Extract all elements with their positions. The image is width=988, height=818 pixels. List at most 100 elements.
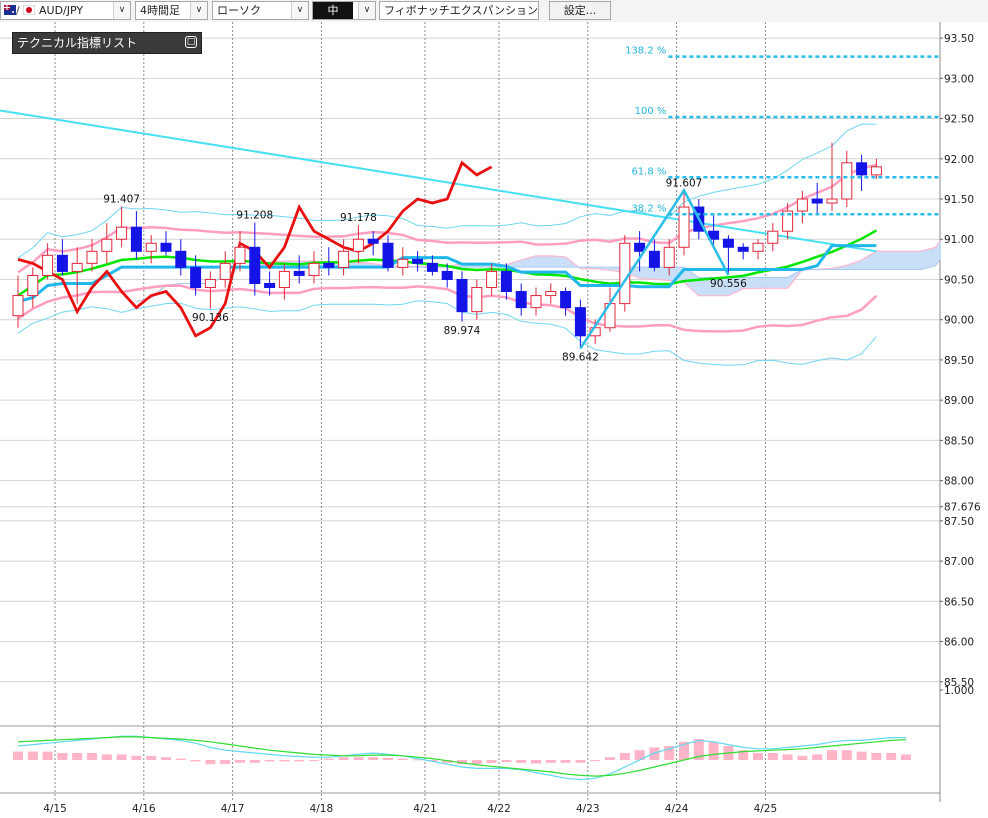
axis-background [941, 22, 988, 818]
macd-histogram-bar [323, 758, 334, 760]
macd-scale-top-label: 1.000 [944, 685, 974, 697]
bullish-candle [27, 274, 39, 297]
bullish-candle [796, 198, 808, 212]
bearish-candle [190, 266, 202, 289]
bearish-candle [293, 270, 305, 276]
symbol-select[interactable]: / AUD/JPY ∨ [0, 1, 131, 20]
chevron-down-icon[interactable]: ∨ [113, 2, 130, 19]
fibonacci-level-label: 38.2 % [631, 203, 666, 214]
macd-histogram-bar [146, 755, 157, 760]
bullish-candle [663, 246, 675, 268]
macd-histogram-bar [531, 760, 541, 764]
price-extreme-label: 91.178 [340, 212, 377, 224]
timeframe-select[interactable]: 4時間足 ∨ [135, 1, 208, 20]
price-tick-label: 90.00 [944, 315, 974, 327]
bearish-candle [249, 246, 261, 284]
macd-histogram-bar [767, 753, 778, 760]
price-tick-label: 86.00 [944, 637, 974, 649]
macd-histogram-bar [856, 751, 867, 760]
bullish-candle [471, 287, 483, 313]
macd-histogram-bar [205, 760, 216, 765]
price-tick-label: 92.50 [944, 114, 974, 126]
macd-histogram-bar [501, 760, 512, 763]
indicator-list-panel[interactable]: テクニカル指標リスト □ [12, 32, 202, 54]
bullish-candle [870, 166, 882, 176]
price-extreme-label: 89.642 [562, 352, 599, 364]
price-extreme-label: 89.974 [444, 325, 481, 337]
price-tick-label: 91.00 [944, 234, 974, 246]
fibonacci-level-label: 138.2 % [625, 46, 666, 57]
macd-histogram-bar [338, 757, 349, 760]
bearish-candle [412, 258, 424, 264]
bullish-candle [826, 198, 838, 204]
date-tick-label: 4/15 [43, 803, 67, 815]
macd-histogram-bar [560, 760, 571, 763]
macd-histogram-bar [383, 757, 393, 760]
symbol-label: AUD/JPY [39, 4, 84, 17]
macd-histogram-bar [871, 753, 882, 760]
date-tick-label: 4/21 [413, 803, 437, 815]
bearish-candle [456, 278, 468, 313]
macd-histogram-bar [827, 750, 837, 760]
bearish-candle [264, 282, 276, 289]
macd-histogram-bar [190, 760, 201, 762]
date-tick-label: 4/22 [487, 803, 511, 815]
macd-histogram-bar [161, 757, 171, 760]
settings-label: 設定... [563, 4, 597, 17]
bullish-candle [204, 278, 216, 289]
drawing-tool-field[interactable]: フィボナッチエクスパンション [379, 1, 539, 20]
collapse-icon[interactable]: □ [185, 36, 197, 48]
macd-histogram-bar [901, 754, 911, 760]
macd-histogram-bar [27, 751, 38, 760]
chevron-down-icon[interactable]: ∨ [358, 2, 375, 19]
macd-histogram-bar [13, 751, 23, 760]
settings-button[interactable]: 設定... [549, 1, 611, 20]
chevron-down-icon[interactable]: ∨ [190, 2, 207, 19]
price-tick-label: 90.50 [944, 274, 974, 286]
bearish-candle [515, 291, 527, 309]
chart-area[interactable]: 161.8 %138.2 %100 %61.8 %38.2 % 91.40790… [0, 22, 988, 818]
bearish-candle [323, 262, 335, 268]
bullish-candle [71, 262, 83, 272]
chevron-down-icon[interactable]: ∨ [291, 2, 308, 19]
price-extreme-label: 90.136 [192, 312, 229, 324]
macd-histogram-bar [708, 741, 719, 760]
bearish-candle [160, 242, 172, 252]
bearish-candle [441, 270, 453, 280]
chart-type-select[interactable]: ローソク ∨ [212, 1, 309, 20]
macd-histogram-bar [72, 753, 83, 760]
price-tick-label: 88.50 [944, 435, 974, 447]
date-tick-label: 4/25 [754, 803, 778, 815]
date-tick-label: 4/23 [576, 803, 600, 815]
chart-background [0, 22, 988, 818]
bullish-candle [486, 270, 498, 289]
macd-histogram-bar [294, 760, 305, 762]
toolbar: / AUD/JPY ∨ 4時間足 ∨ ローソク ∨ 中 ∨ フィボナッチエクスパ… [0, 0, 988, 22]
line-width-select[interactable]: 中 ∨ [312, 1, 376, 20]
bearish-candle [382, 242, 394, 268]
macd-histogram-bar [353, 757, 364, 760]
line-width-label: 中 [313, 2, 353, 19]
macd-histogram-bar [886, 753, 897, 760]
macd-histogram-bar [619, 753, 630, 760]
chart-type-label: ローソク [217, 4, 261, 17]
bullish-candle [12, 295, 24, 317]
bearish-candle [648, 250, 660, 268]
bearish-candle [811, 198, 823, 204]
macd-histogram-bar [516, 760, 527, 763]
macd-histogram-bar [649, 747, 660, 760]
macd-histogram-bar [545, 760, 556, 763]
slash-separator: / [16, 4, 20, 17]
bullish-candle [352, 238, 364, 252]
bullish-candle [545, 291, 557, 297]
macd-histogram-bar [471, 760, 482, 765]
macd-histogram-bar [841, 750, 852, 760]
bullish-candle [234, 246, 246, 264]
bullish-candle [278, 270, 290, 289]
price-tick-label: 87.00 [944, 556, 974, 568]
macd-histogram-bar [131, 755, 142, 760]
bearish-candle [56, 254, 68, 272]
bearish-candle [634, 242, 646, 252]
date-tick-label: 4/16 [132, 803, 156, 815]
bullish-candle [767, 230, 779, 244]
